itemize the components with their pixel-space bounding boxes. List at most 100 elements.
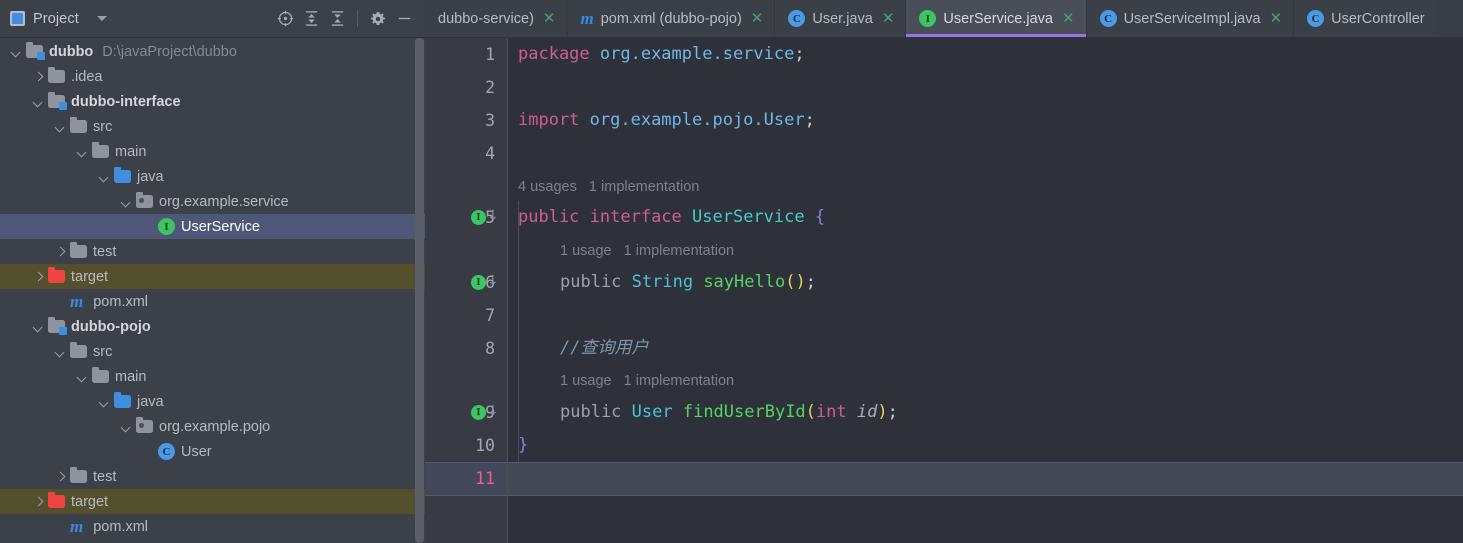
arrow-down-icon: ↓ (487, 208, 499, 224)
editor-tab[interactable]: dubbo-service) ✕ (425, 0, 567, 37)
close-icon[interactable]: ✕ (751, 11, 764, 26)
chevron-right-icon[interactable] (54, 470, 67, 483)
code-line[interactable]: public String sayHello(); (560, 266, 1463, 299)
code-line[interactable]: } (518, 429, 1463, 462)
chevron-right-icon[interactable] (32, 495, 45, 508)
code-line[interactable]: import org.example.pojo.User; (518, 104, 1463, 137)
editor-gutter[interactable]: 1 2 3 4 5 I ↓ 6 I ↓ 7 8 9 I ↓ 10 11 (425, 38, 508, 543)
tree-node-test[interactable]: test (0, 464, 425, 489)
minimize-icon[interactable] (391, 6, 417, 32)
code-line[interactable]: public User findUserById(int id); (560, 396, 1463, 429)
editor-tab[interactable]: m pom.xml (dubbo-pojo) ✕ (566, 0, 775, 37)
tree-node-dubbo-interface[interactable]: dubbo-interface (0, 89, 425, 114)
chevron-down-icon[interactable] (98, 395, 111, 408)
close-icon[interactable]: ✕ (1270, 11, 1283, 26)
tree-node-dubbo-pojo[interactable]: dubbo-pojo (0, 314, 425, 339)
editor-tab[interactable]: I UserService.java ✕ (905, 0, 1086, 37)
tree-node-target[interactable]: target (0, 264, 425, 289)
tree-node-main[interactable]: main (0, 139, 425, 164)
class-icon: C (1307, 10, 1325, 27)
chevron-down-icon[interactable] (54, 345, 67, 358)
tree-node-pom-xml[interactable]: m pom.xml (0, 514, 425, 539)
tree-node-user[interactable]: C User (0, 439, 425, 464)
chevron-down-icon[interactable] (76, 370, 89, 383)
collapse-all-icon[interactable] (324, 6, 350, 32)
implemented-marker-icon[interactable]: I ↓ (471, 208, 499, 225)
tree-node--idea[interactable]: .idea (0, 64, 425, 89)
code-token: sayHello (693, 272, 786, 292)
tree-node-main[interactable]: main (0, 364, 425, 389)
chevron-down-icon[interactable] (76, 145, 89, 158)
project-title-group[interactable]: Project (10, 11, 107, 27)
tree-node-org-example-pojo[interactable]: org.example.pojo (0, 414, 425, 439)
implemented-marker-icon[interactable]: I ↓ (471, 274, 499, 290)
tree-node-java[interactable]: java (0, 389, 425, 414)
chevron-down-icon[interactable] (98, 170, 111, 183)
tree-node-org-example-service[interactable]: org.example.service (0, 189, 425, 214)
code-token: import (518, 110, 580, 130)
scrollbar-thumb[interactable] (415, 38, 424, 543)
editor-tab[interactable]: C User.java ✕ (774, 0, 906, 37)
chevron-right-icon[interactable] (54, 245, 67, 258)
inlay-hint[interactable]: 1 usage 1 implementation (560, 366, 734, 397)
tree-node-label: src (93, 343, 113, 360)
caret-line-border-bottom (425, 495, 507, 496)
chevron-right-icon[interactable] (32, 270, 45, 283)
chevron-right-icon[interactable] (32, 70, 45, 83)
close-icon[interactable]: ✕ (882, 11, 895, 26)
close-icon[interactable]: ✕ (1062, 11, 1075, 26)
project-tree-scrollbar[interactable] (415, 38, 424, 543)
top-bar: Project dubbo-service) ✕ m pom.xml (dubb… (0, 0, 1463, 38)
inlay-hint[interactable]: 4 usages 1 implementation (518, 172, 699, 203)
tree-node-label: org.example.service (159, 193, 289, 210)
chevron-down-icon[interactable] (54, 120, 67, 133)
tree-node-userservice[interactable]: I UserService (0, 214, 425, 239)
chevron-down-icon[interactable] (120, 420, 133, 433)
project-tree-panel[interactable]: dubbo D:\javaProject\dubbo .idea dubbo-inte… (0, 38, 425, 543)
tree-node-label: java (137, 393, 164, 410)
editor-code-area[interactable]: package org.example.service; import org.e… (508, 38, 1463, 543)
implemented-marker-icon[interactable]: I ↓ (471, 404, 499, 420)
code-line[interactable]: //查询用户 (560, 332, 1463, 365)
tree-node-test[interactable]: test (0, 239, 425, 264)
code-line[interactable]: public interface UserService { (518, 201, 1463, 234)
tree-node-target[interactable]: target (0, 489, 425, 514)
source-folder-icon (114, 167, 131, 183)
code-token: ; (805, 272, 816, 292)
tree-node-java[interactable]: java (0, 164, 425, 189)
code-editor[interactable]: 1 2 3 4 5 I ↓ 6 I ↓ 7 8 9 I ↓ 10 11 package org.example.… (425, 38, 1463, 543)
inlay-hint[interactable]: 1 usage 1 implementation (560, 236, 734, 267)
excluded-folder-icon (48, 267, 65, 283)
caret-line-highlight (508, 462, 1463, 495)
expand-all-icon[interactable] (298, 6, 324, 32)
tree-node-label: dubbo-interface (71, 93, 181, 110)
editor-tab-label: UserServiceImpl.java (1123, 10, 1261, 27)
chevron-down-icon[interactable] (10, 45, 23, 58)
code-line[interactable]: package org.example.service; (518, 38, 1463, 71)
code-token: findUserById (672, 402, 806, 422)
code-token: int (815, 402, 847, 422)
ide-window: Project dubbo-service) ✕ m pom.xml (dubb… (0, 0, 1463, 543)
code-token: ; (887, 402, 898, 422)
chevron-down-icon[interactable] (32, 95, 45, 108)
chevron-down-icon[interactable] (96, 16, 107, 21)
indent-guide (518, 201, 519, 462)
tree-node-src[interactable]: src (0, 339, 425, 364)
editor-tab[interactable]: C UserServiceImpl.java ✕ (1085, 0, 1294, 37)
tree-node-dubbo[interactable]: dubbo D:\javaProject\dubbo (0, 39, 425, 64)
tree-node-pom-xml[interactable]: m pom.xml (0, 289, 425, 314)
settings-gear-icon[interactable] (365, 6, 391, 32)
tree-node-label: target (71, 268, 109, 285)
folder-icon (48, 67, 65, 83)
tree-node-label: UserService (181, 218, 260, 235)
editor-tab[interactable]: C UserController (1293, 0, 1436, 37)
chevron-down-icon[interactable] (32, 320, 45, 333)
editor-tab-bar[interactable]: dubbo-service) ✕ m pom.xml (dubbo-pojo) ✕ C Us… (425, 0, 1463, 38)
code-token: ) (877, 402, 888, 422)
close-icon[interactable]: ✕ (543, 11, 556, 26)
locate-file-icon[interactable] (272, 6, 298, 32)
tree-node-src[interactable]: src (0, 114, 425, 139)
chevron-down-icon[interactable] (120, 195, 133, 208)
project-tree[interactable]: dubbo D:\javaProject\dubbo .idea dubbo-inte… (0, 38, 425, 539)
